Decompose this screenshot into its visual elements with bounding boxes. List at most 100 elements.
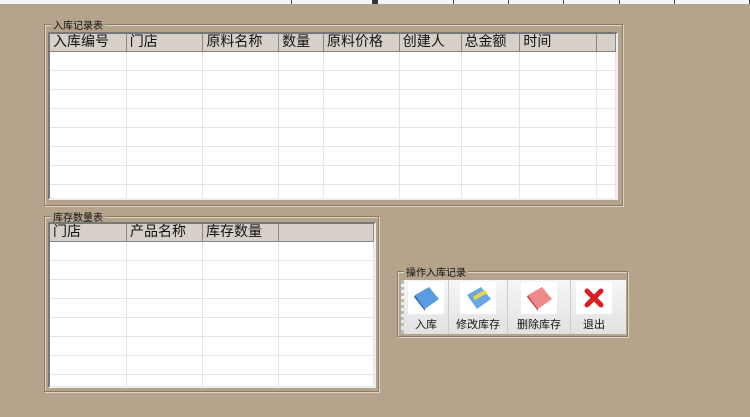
table-cell[interactable] xyxy=(279,52,325,70)
table-cell[interactable] xyxy=(520,90,598,108)
table-row[interactable] xyxy=(50,318,374,337)
table-row[interactable] xyxy=(50,185,616,198)
table-cell[interactable] xyxy=(50,356,127,374)
table-cell[interactable] xyxy=(50,261,127,279)
table-row[interactable] xyxy=(50,128,616,147)
table-cell[interactable] xyxy=(400,128,462,146)
table-cell[interactable] xyxy=(203,242,279,260)
table-cell[interactable] xyxy=(50,166,127,184)
table-cell[interactable] xyxy=(127,318,203,336)
table-cell[interactable] xyxy=(127,356,203,374)
table-cell[interactable] xyxy=(127,166,204,184)
table-cell[interactable] xyxy=(462,71,521,89)
table-cell[interactable] xyxy=(203,299,279,317)
table-row[interactable] xyxy=(50,90,616,109)
table-cell[interactable] xyxy=(520,147,598,165)
table-cell[interactable] xyxy=(400,71,462,89)
table-cell[interactable] xyxy=(400,109,462,127)
table-cell[interactable] xyxy=(127,375,203,386)
table-cell[interactable] xyxy=(279,261,374,279)
table-cell[interactable] xyxy=(203,128,280,146)
table-cell[interactable] xyxy=(324,128,400,146)
table-cell[interactable] xyxy=(127,261,203,279)
table-cell[interactable] xyxy=(597,185,616,198)
column-header[interactable]: 门店 xyxy=(50,224,127,241)
table-cell[interactable] xyxy=(279,166,325,184)
table-cell[interactable] xyxy=(462,52,521,70)
table-cell[interactable] xyxy=(50,375,127,386)
table-cell[interactable] xyxy=(324,109,400,127)
table-cell[interactable] xyxy=(520,185,598,198)
table-cell[interactable] xyxy=(127,109,204,127)
table-cell[interactable] xyxy=(400,52,462,70)
table-cell[interactable] xyxy=(50,147,127,165)
table-cell[interactable] xyxy=(597,128,616,146)
table-cell[interactable] xyxy=(597,147,616,165)
table-cell[interactable] xyxy=(50,52,127,70)
stock-quantity-grid[interactable]: 门店 产品名称 库存数量 xyxy=(48,222,376,388)
table-cell[interactable] xyxy=(203,356,279,374)
table-cell[interactable] xyxy=(597,90,616,108)
column-header[interactable]: 原料名称 xyxy=(203,34,280,51)
table-cell[interactable] xyxy=(203,185,280,198)
table-cell[interactable] xyxy=(203,90,280,108)
table-row[interactable] xyxy=(50,109,616,128)
table-cell[interactable] xyxy=(203,71,280,89)
table-cell[interactable] xyxy=(279,356,374,374)
table-cell[interactable] xyxy=(203,52,280,70)
column-header[interactable]: 总金额 xyxy=(462,34,521,51)
table-cell[interactable] xyxy=(50,90,127,108)
table-row[interactable] xyxy=(50,375,374,386)
table-cell[interactable] xyxy=(324,185,400,198)
table-cell[interactable] xyxy=(279,242,374,260)
table-cell[interactable] xyxy=(279,185,325,198)
table-cell[interactable] xyxy=(520,109,598,127)
table-cell[interactable] xyxy=(279,128,325,146)
column-header[interactable]: 创建人 xyxy=(400,34,462,51)
table-cell[interactable] xyxy=(279,318,374,336)
table-cell[interactable] xyxy=(462,147,521,165)
table-cell[interactable] xyxy=(400,147,462,165)
table-cell[interactable] xyxy=(127,71,204,89)
column-header[interactable]: 产品名称 xyxy=(127,224,203,241)
table-row[interactable] xyxy=(50,356,374,375)
table-cell[interactable] xyxy=(279,71,325,89)
table-cell[interactable] xyxy=(203,147,280,165)
inbound-records-grid[interactable]: 入库编号 门店 原料名称 数量 原料价格 创建人 总金额 时间 xyxy=(48,32,618,200)
table-cell[interactable] xyxy=(127,185,204,198)
table-cell[interactable] xyxy=(520,166,598,184)
table-row[interactable] xyxy=(50,242,374,261)
table-row[interactable] xyxy=(50,280,374,299)
table-cell[interactable] xyxy=(50,128,127,146)
inbound-button[interactable]: 入库 xyxy=(404,280,449,334)
table-cell[interactable] xyxy=(203,318,279,336)
table-cell[interactable] xyxy=(520,52,598,70)
table-cell[interactable] xyxy=(324,52,400,70)
column-header-filler[interactable] xyxy=(597,34,616,51)
column-header[interactable]: 数量 xyxy=(279,34,325,51)
table-cell[interactable] xyxy=(597,71,616,89)
table-cell[interactable] xyxy=(597,52,616,70)
column-header-filler[interactable] xyxy=(279,224,374,241)
table-cell[interactable] xyxy=(50,71,127,89)
table-cell[interactable] xyxy=(400,90,462,108)
table-cell[interactable] xyxy=(324,90,400,108)
column-header[interactable]: 原料价格 xyxy=(324,34,400,51)
table-cell[interactable] xyxy=(50,109,127,127)
table-cell[interactable] xyxy=(400,166,462,184)
table-cell[interactable] xyxy=(50,299,127,317)
table-cell[interactable] xyxy=(279,337,374,355)
table-cell[interactable] xyxy=(50,318,127,336)
table-cell[interactable] xyxy=(597,109,616,127)
table-cell[interactable] xyxy=(279,299,374,317)
table-row[interactable] xyxy=(50,337,374,356)
table-cell[interactable] xyxy=(279,375,374,386)
table-cell[interactable] xyxy=(50,280,127,298)
table-cell[interactable] xyxy=(279,90,325,108)
table-cell[interactable] xyxy=(462,90,521,108)
table-row[interactable] xyxy=(50,71,616,90)
table-cell[interactable] xyxy=(400,185,462,198)
table-cell[interactable] xyxy=(324,71,400,89)
column-header[interactable]: 库存数量 xyxy=(203,224,279,241)
delete-stock-button[interactable]: 删除库存 xyxy=(508,280,571,334)
